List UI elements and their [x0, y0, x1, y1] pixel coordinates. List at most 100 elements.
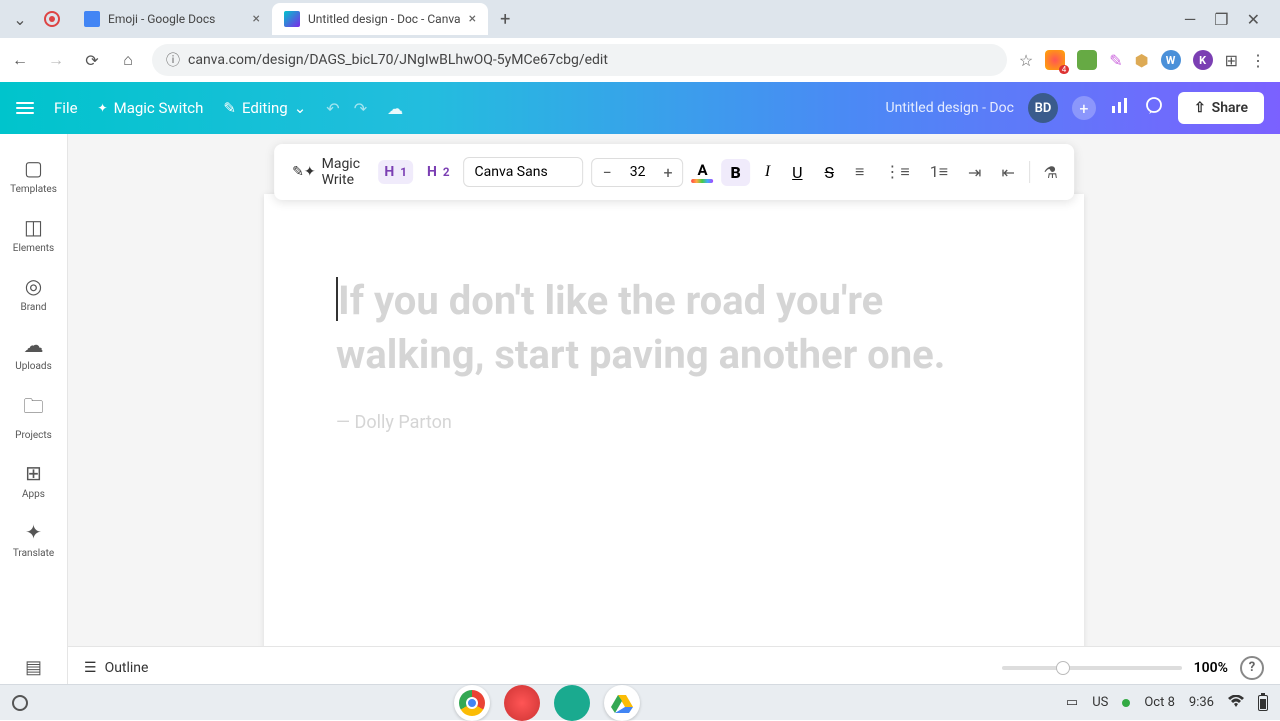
forward-button[interactable]: → [44, 50, 68, 70]
extension-pen-icon[interactable]: ✎ [1109, 51, 1122, 70]
share-button[interactable]: ⇧ Share [1178, 92, 1264, 124]
file-menu[interactable]: File [54, 99, 78, 117]
maximize-icon[interactable]: ❐ [1214, 10, 1228, 29]
font-select[interactable]: Canva Sans [464, 157, 584, 187]
apps-icon: ⊞ [25, 461, 42, 485]
document-name[interactable]: Untitled design - Doc [886, 100, 1014, 116]
placeholder-quote[interactable]: If you don't like the road you're walkin… [336, 274, 1012, 382]
sidebar-item-projects[interactable]: 🗀 Projects [0, 382, 67, 451]
browser-chrome: ⌄ Emoji - Google Docs × Untitled design … [0, 0, 1280, 82]
add-collaborator-button[interactable]: + [1072, 96, 1096, 120]
indent-increase-button[interactable]: ⇥ [962, 159, 987, 186]
font-size-increase-button[interactable]: + [653, 159, 682, 186]
sidebar-item-templates[interactable]: ▢ Templates [0, 146, 67, 205]
sidebar-item-apps[interactable]: ⊞ Apps [0, 451, 67, 510]
sidebar-item-brand[interactable]: ◎ Brand [0, 264, 67, 323]
new-tab-button[interactable]: + [488, 9, 522, 30]
bullet-list-button[interactable]: ⋮≡ [878, 158, 915, 186]
tab-search-dropdown[interactable]: ⌄ [8, 10, 32, 29]
canva-favicon-icon [284, 11, 300, 27]
magic-switch-button[interactable]: ✦ Magic Switch [98, 99, 204, 117]
back-button[interactable]: ← [8, 50, 32, 70]
main-area: ▢ Templates ◫ Elements ◎ Brand ☁ Uploads… [0, 134, 1280, 688]
heading-2-button[interactable]: H2 [421, 160, 456, 184]
tab-google-docs[interactable]: Emoji - Google Docs × [72, 3, 272, 35]
editing-mode-button[interactable]: ✎ Editing ⌄ [223, 99, 306, 117]
url-field[interactable]: ⓘ canva.com/design/DAGS_bicL70/JNgIwBLhw… [152, 44, 1007, 76]
sidebar-item-uploads[interactable]: ☁ Uploads [0, 323, 67, 382]
reload-button[interactable]: ⟳ [80, 51, 104, 70]
italic-button[interactable]: I [758, 159, 777, 185]
tab-title: Untitled design - Doc - Canva [308, 12, 461, 26]
outline-button[interactable]: ☰ Outline [84, 660, 148, 676]
font-size-value[interactable]: 32 [622, 164, 654, 180]
os-keyboard-lang[interactable]: US [1092, 695, 1108, 710]
tab-close-icon[interactable]: × [253, 11, 260, 27]
tab-close-icon[interactable]: × [469, 11, 476, 27]
os-app-red[interactable] [504, 685, 540, 721]
extension-green-icon[interactable] [1077, 50, 1097, 70]
indent-decrease-button[interactable]: ⇤ [995, 159, 1020, 186]
extension-yellow-icon[interactable]: ⬢ [1135, 51, 1149, 70]
effects-button[interactable]: ⚗ [1038, 159, 1064, 186]
elements-icon: ◫ [24, 215, 43, 239]
heading-1-button[interactable]: H1 [378, 160, 413, 184]
sidebar-collapse-button[interactable]: ▤ [0, 647, 67, 688]
tab-canva[interactable]: Untitled design - Doc - Canva × [272, 3, 488, 35]
zoom-slider[interactable] [1002, 666, 1182, 670]
extension-k-icon[interactable]: K [1193, 50, 1213, 70]
extensions-menu-icon[interactable]: ⊞ [1225, 51, 1238, 70]
window-controls: — ❐ ✕ [1184, 10, 1272, 29]
browser-menu-icon[interactable]: ⋮ [1250, 51, 1266, 70]
help-button[interactable]: ? [1240, 656, 1264, 680]
numbered-list-button[interactable]: 1≡ [924, 158, 954, 186]
cloud-sync-icon[interactable]: ☁ [387, 99, 403, 118]
extension-adblock-icon[interactable]: 4 [1045, 50, 1065, 70]
bold-button[interactable]: B [722, 159, 750, 186]
sidebar-label: Apps [22, 489, 45, 500]
user-avatar[interactable]: BD [1028, 93, 1058, 123]
text-color-button[interactable]: A [692, 161, 714, 183]
os-wifi-icon[interactable] [1228, 695, 1244, 711]
magic-write-button[interactable]: ✎✦ Magic Write [284, 150, 370, 194]
underline-button[interactable]: U [785, 159, 809, 186]
home-button[interactable]: ⌂ [116, 50, 140, 70]
uploads-icon: ☁ [24, 333, 44, 357]
tab-title: Emoji - Google Docs [108, 12, 245, 26]
bookmark-star-icon[interactable]: ☆ [1019, 51, 1033, 70]
recording-indicator-icon[interactable] [44, 11, 60, 27]
site-info-icon[interactable]: ⓘ [166, 50, 180, 70]
canvas-scroll[interactable]: If you don't like the road you're walkin… [68, 134, 1280, 688]
extension-w-icon[interactable]: W [1161, 50, 1181, 70]
address-bar: ← → ⟳ ⌂ ⓘ canva.com/design/DAGS_bicL70/J… [0, 38, 1280, 82]
zoom-level[interactable]: 100% [1194, 660, 1228, 676]
canvas-wrap: ✎✦ Magic Write H1 H2 Canva Sans − 32 + A… [68, 134, 1280, 688]
os-app-drive[interactable] [604, 685, 640, 721]
strikethrough-button[interactable]: S [818, 159, 842, 186]
font-size-decrease-button[interactable]: − [593, 159, 622, 186]
document-page[interactable]: If you don't like the road you're walkin… [264, 194, 1084, 668]
os-launcher-icon[interactable] [12, 695, 28, 711]
tab-strip: ⌄ Emoji - Google Docs × Untitled design … [0, 0, 1280, 38]
os-app-teal[interactable] [554, 685, 590, 721]
align-button[interactable]: ≡ [849, 158, 870, 186]
redo-button[interactable]: ↷ [354, 99, 367, 118]
undo-button[interactable]: ↶ [326, 99, 339, 118]
separator [1029, 161, 1030, 183]
os-app-chrome[interactable] [454, 685, 490, 721]
os-date[interactable]: Oct 8 [1144, 695, 1175, 710]
zoom-thumb[interactable] [1056, 661, 1070, 675]
sidebar-item-elements[interactable]: ◫ Elements [0, 205, 67, 264]
outline-icon: ☰ [84, 660, 97, 676]
minimize-icon[interactable]: — [1184, 10, 1197, 29]
close-window-icon[interactable]: ✕ [1247, 10, 1260, 29]
projects-icon: 🗀 [24, 392, 44, 426]
os-time[interactable]: 9:36 [1189, 695, 1214, 710]
os-battery-icon[interactable] [1258, 695, 1268, 711]
translate-icon: ✦ [25, 520, 42, 544]
menu-hamburger-icon[interactable] [16, 102, 34, 114]
os-overview-icon[interactable]: ▭ [1066, 695, 1078, 710]
analytics-icon[interactable] [1110, 96, 1130, 120]
sidebar-item-translate[interactable]: ✦ Translate [0, 510, 67, 569]
comment-icon[interactable] [1144, 96, 1164, 120]
